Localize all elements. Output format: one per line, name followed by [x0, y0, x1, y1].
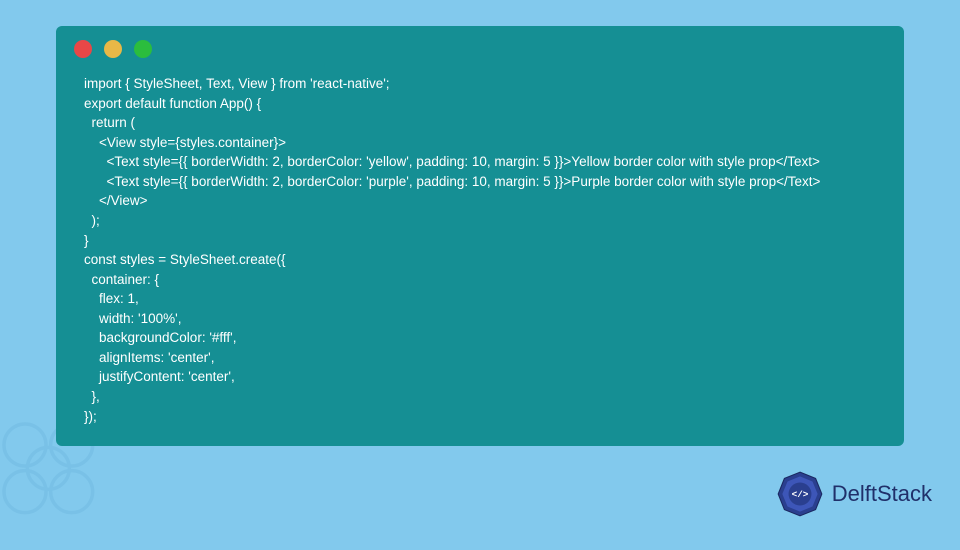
code-block: import { StyleSheet, Text, View } from '… — [56, 64, 904, 430]
brand-name: DelftStack — [832, 481, 932, 507]
close-icon — [74, 40, 92, 58]
svg-text:</>: </> — [791, 489, 808, 500]
maximize-icon — [134, 40, 152, 58]
branding: </> DelftStack — [774, 468, 932, 520]
minimize-icon — [104, 40, 122, 58]
window-controls — [56, 26, 904, 64]
brand-logo-icon: </> — [774, 468, 826, 520]
code-window: import { StyleSheet, Text, View } from '… — [56, 26, 904, 446]
